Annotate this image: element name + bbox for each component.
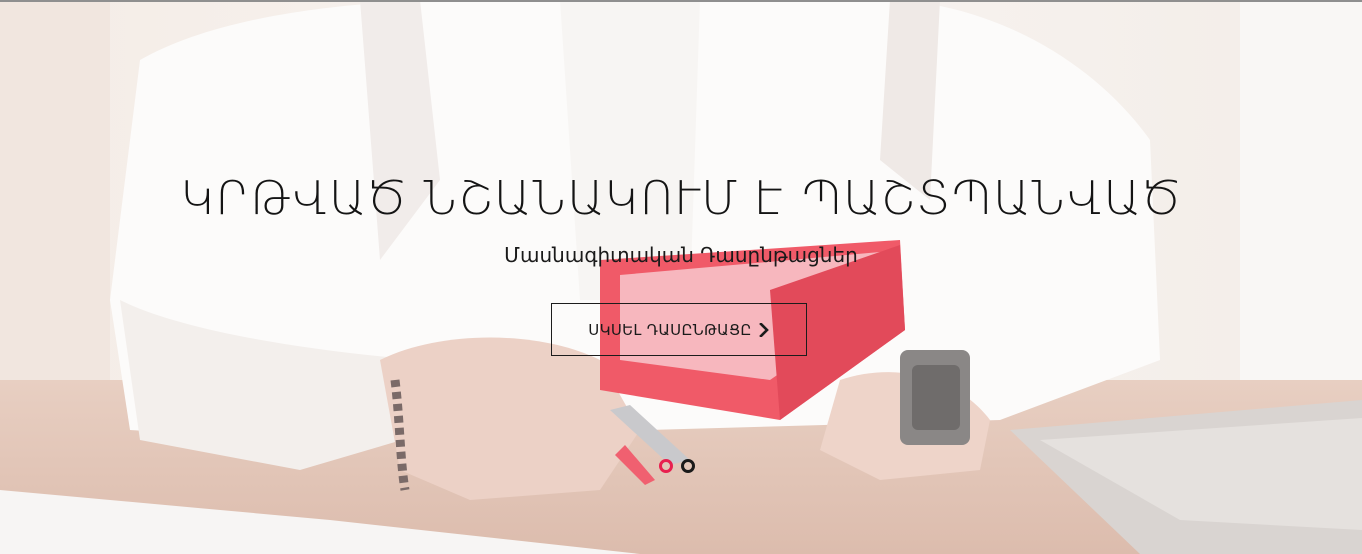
slider-dot-1[interactable]	[659, 459, 673, 473]
chevron-right-icon	[758, 322, 769, 337]
hero-slider: ԿՐԹՎԱԾ ՆՇԱՆԱԿՈՒՄ Է ՊԱՇՏՊԱՆՎԱԾ Մասնագիտակ…	[0, 0, 1362, 554]
start-course-button[interactable]: ՍԿՍԵԼ ԴԱՍԸՆԹԱՑԸ	[551, 303, 807, 356]
hero-content: ԿՐԹՎԱԾ ՆՇԱՆԱԿՈՒՄ Է ՊԱՇՏՊԱՆՎԱԾ Մասնագիտակ…	[0, 0, 1362, 554]
hero-subtitle: Մասնագիտական Դասընթացներ	[504, 243, 858, 267]
slider-dot-2[interactable]	[681, 459, 695, 473]
hero-title: ԿՐԹՎԱԾ ՆՇԱՆԱԿՈՒՄ Է ՊԱՇՏՊԱՆՎԱԾ	[180, 171, 1182, 225]
slider-pagination	[659, 459, 695, 473]
start-course-button-label: ՍԿՍԵԼ ԴԱՍԸՆԹԱՑԸ	[588, 320, 752, 339]
